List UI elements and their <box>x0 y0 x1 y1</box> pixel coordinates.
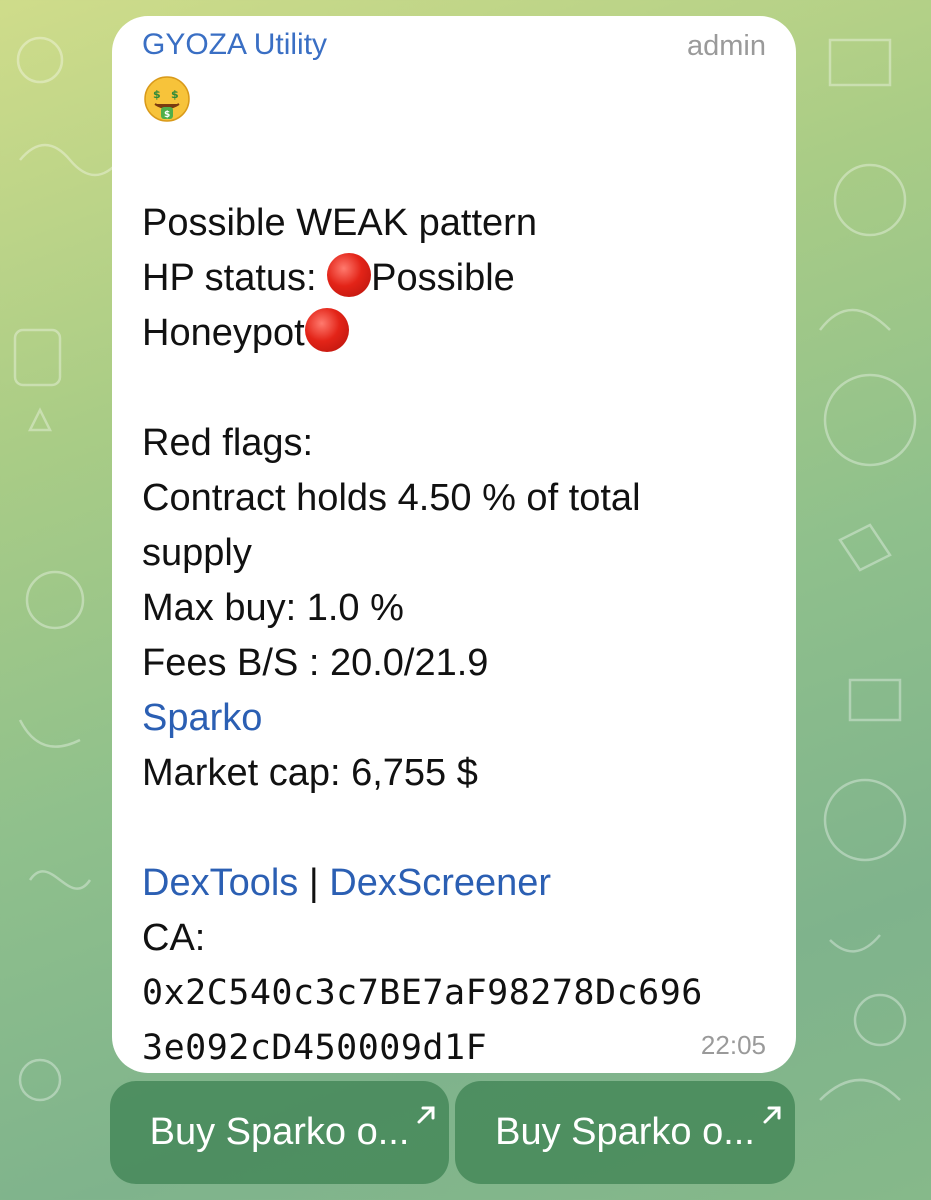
hp-status-value: Possible <box>371 257 515 299</box>
hp-status-label: HP status: <box>142 257 328 299</box>
fees-line: Fees B/S : 20.0/21.9 <box>142 642 489 684</box>
sender-name[interactable]: GYOZA Utility <box>142 28 327 62</box>
dextools-link[interactable]: DexTools <box>142 862 298 904</box>
external-arrow-icon <box>761 1093 783 1124</box>
hp-status-value-2: Honeypot <box>142 312 305 354</box>
red-circle-icon <box>327 253 372 297</box>
svg-text:$: $ <box>171 88 179 101</box>
pattern-line: Possible WEAK pattern <box>142 202 537 244</box>
market-cap-line: Market cap: 6,755 $ <box>142 752 478 794</box>
contract-address-line-2[interactable]: 3e092cD450009d1F <box>142 1021 772 1076</box>
red-circle-icon <box>304 308 349 352</box>
ca-label: CA: <box>142 917 206 959</box>
message-timestamp: 22:05 <box>700 1030 766 1060</box>
buy-token-button-label: Buy Sparko o... <box>495 1111 755 1153</box>
buy-token-button-1[interactable]: Buy Sparko o... <box>110 1081 449 1184</box>
contract-holds-line: Contract holds 4.50 % of total <box>142 477 641 519</box>
svg-text:$: $ <box>153 88 161 101</box>
sender-role-badge: admin <box>687 30 766 62</box>
external-arrow-icon <box>415 1093 437 1124</box>
message-bubble: GYOZA Utility admin $ $ $ Possible WEAK … <box>112 16 796 1073</box>
money-mouth-face-icon: $ $ $ <box>142 74 192 124</box>
buy-token-button-label: Buy Sparko o... <box>149 1111 410 1153</box>
dexscreener-link[interactable]: DexScreener <box>329 862 551 904</box>
max-buy-line: Max buy: 1.0 % <box>142 587 404 629</box>
supply-line: supply <box>142 532 252 574</box>
buy-token-button-2[interactable]: Buy Sparko o... <box>455 1081 795 1184</box>
link-separator: | <box>298 862 330 904</box>
token-link[interactable]: Sparko <box>142 691 772 746</box>
hp-status-line: HP status: Possible <box>142 251 772 306</box>
red-flags-heading: Red flags: <box>142 422 314 464</box>
contract-address-line-1[interactable]: 0x2C540c3c7BE7aF98278Dc696 <box>142 966 772 1021</box>
hp-status-line-2: Honeypot <box>142 306 772 361</box>
svg-text:$: $ <box>164 110 170 120</box>
links-line: DexTools | DexScreener <box>142 856 772 911</box>
message-text: Possible WEAK pattern HP status: Possibl… <box>142 196 772 1076</box>
